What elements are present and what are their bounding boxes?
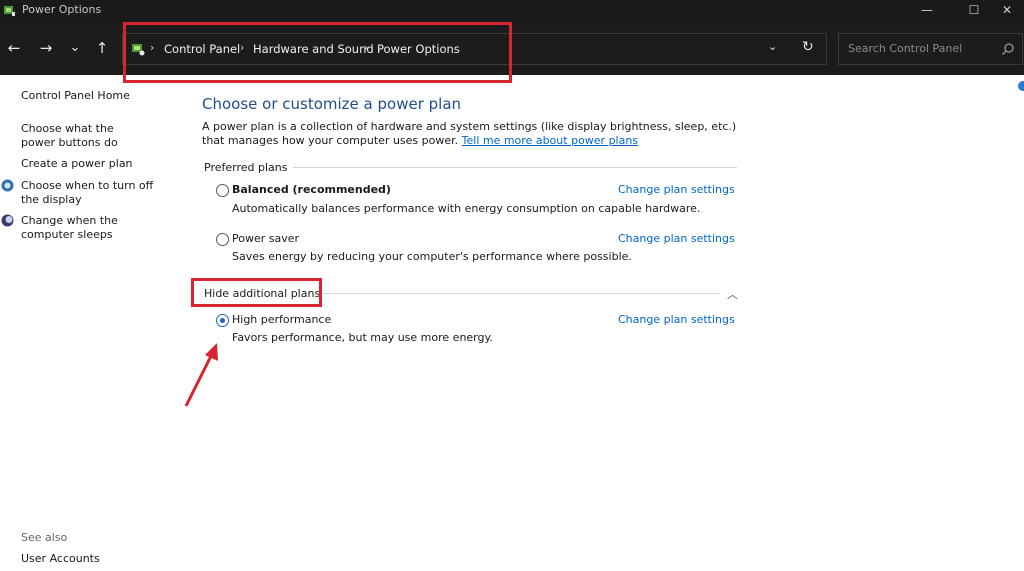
close-button[interactable]: ✕ — [984, 0, 1024, 22]
title-bar: Power Options — ☐ ✕ — [0, 0, 1024, 22]
sidebar-control-panel-home[interactable]: Control Panel Home — [21, 89, 130, 103]
high-performance-plan-description: Favors performance, but may use more ene… — [232, 331, 493, 344]
back-button[interactable]: ← — [2, 36, 26, 60]
high-performance-change-settings-link[interactable]: Change plan settings — [618, 313, 735, 326]
sidebar-item-display-off[interactable]: Choose when to turn off the display — [21, 179, 171, 207]
power-options-icon — [4, 6, 15, 16]
learn-more-link[interactable]: Tell me more about power plans — [462, 134, 638, 147]
intro-paragraph: A power plan is a collection of hardware… — [202, 120, 762, 148]
recent-locations-button[interactable]: ⌄ — [63, 36, 87, 60]
address-dropdown-button[interactable]: ⌄ — [768, 40, 777, 53]
display-settings-icon — [1, 179, 14, 192]
window-title: Power Options — [22, 3, 102, 16]
sidebar-item-power-buttons[interactable]: Choose what the power buttons do — [21, 122, 151, 150]
power-saver-change-settings-link[interactable]: Change plan settings — [618, 232, 735, 245]
preferred-plans-label: Preferred plans — [204, 161, 294, 174]
power-saver-plan-radio[interactable] — [216, 233, 229, 246]
breadcrumb-highlight-box — [123, 22, 512, 83]
power-saver-plan-description: Saves energy by reducing your computer's… — [232, 250, 632, 263]
page-title: Choose or customize a power plan — [202, 95, 462, 113]
high-performance-plan-name[interactable]: High performance — [232, 313, 331, 326]
sleep-settings-icon — [1, 214, 14, 227]
see-also-label: See also — [21, 531, 68, 544]
see-also-user-accounts[interactable]: User Accounts — [21, 552, 100, 566]
power-saver-plan-name[interactable]: Power saver — [232, 232, 299, 245]
forward-button[interactable]: → — [34, 36, 58, 60]
search-box[interactable]: Search Control Panel — [838, 33, 1023, 65]
balanced-plan-description: Automatically balances performance with … — [232, 202, 701, 215]
balanced-plan-radio[interactable] — [216, 184, 229, 197]
sidebar-item-sleep[interactable]: Change when the computer sleeps — [21, 214, 171, 242]
high-performance-plan-radio[interactable] — [216, 314, 229, 327]
balanced-plan-name[interactable]: Balanced (recommended) — [232, 183, 391, 196]
hide-plans-highlight-box — [191, 278, 322, 307]
sidebar-item-create-plan[interactable]: Create a power plan — [21, 157, 133, 171]
search-icon — [1002, 43, 1014, 55]
chevron-up-icon[interactable]: ︿ — [727, 286, 738, 302]
up-button[interactable]: ↑ — [90, 36, 114, 60]
section-divider — [322, 293, 720, 294]
annotation-arrow-icon — [184, 343, 218, 407]
refresh-button[interactable]: ↻ — [802, 39, 814, 55]
help-icon[interactable] — [1018, 81, 1024, 91]
search-placeholder: Search Control Panel — [848, 42, 963, 55]
balanced-change-settings-link[interactable]: Change plan settings — [618, 183, 735, 196]
minimize-button[interactable]: — — [904, 0, 950, 22]
